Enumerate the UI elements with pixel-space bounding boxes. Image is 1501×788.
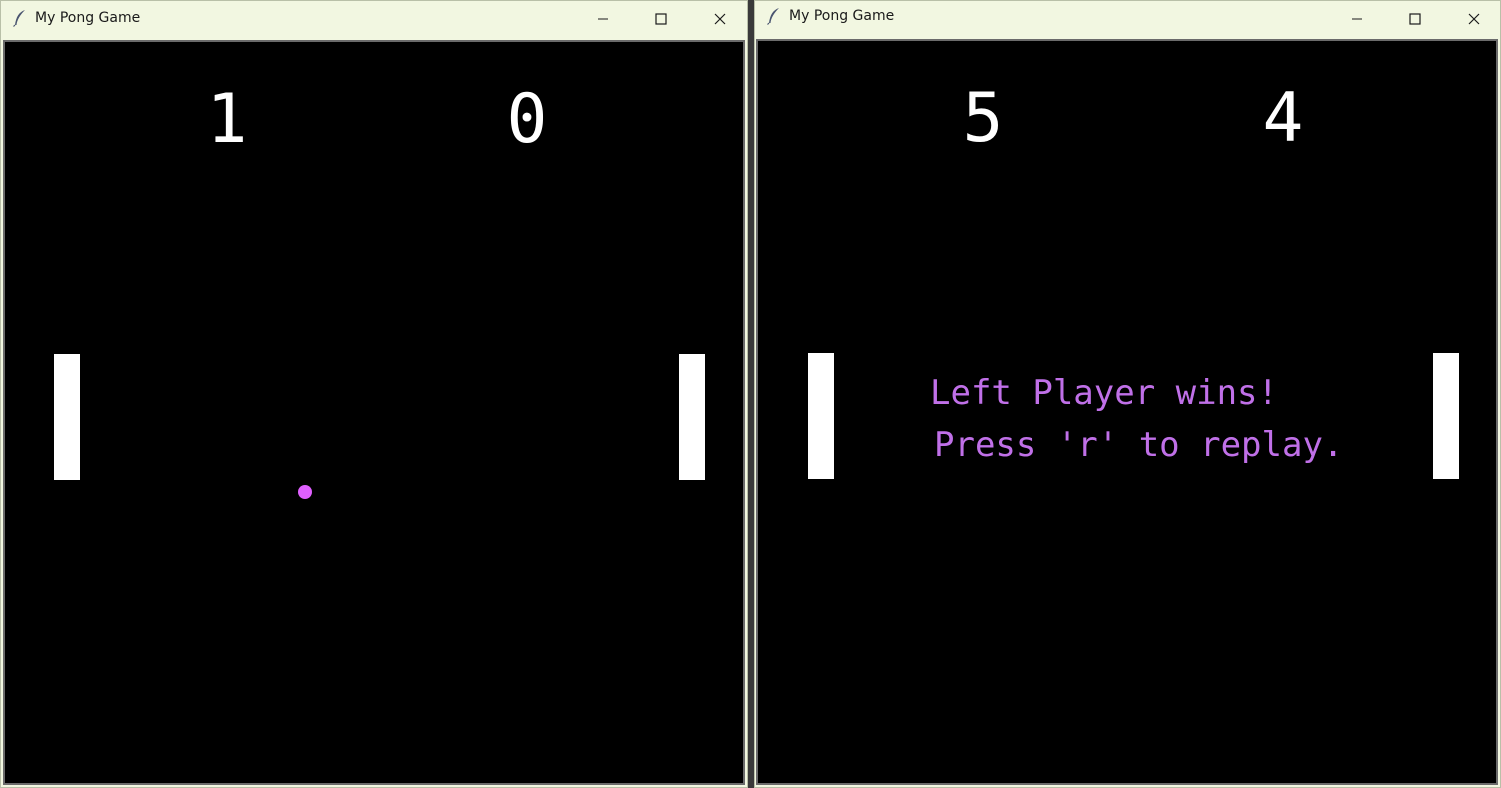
pong-window-1: My Pong Game 1 0 bbox=[0, 0, 748, 788]
window-title: My Pong Game bbox=[789, 8, 895, 24]
left-paddle bbox=[808, 353, 834, 479]
window-title: My Pong Game bbox=[35, 10, 141, 26]
minimize-button[interactable] bbox=[1328, 1, 1386, 37]
left-score: 1 bbox=[206, 80, 248, 159]
feather-icon bbox=[13, 10, 25, 27]
maximize-icon bbox=[1409, 13, 1421, 25]
feather-icon bbox=[767, 8, 779, 25]
pong-window-2: My Pong Game 5 4 Left Player wins! Press… bbox=[754, 0, 1501, 788]
minimize-button[interactable] bbox=[574, 1, 632, 37]
close-button[interactable] bbox=[1445, 1, 1501, 37]
minimize-icon bbox=[598, 18, 608, 20]
maximize-button[interactable] bbox=[1386, 1, 1444, 37]
left-paddle bbox=[54, 354, 80, 480]
winner-message: Left Player wins! bbox=[930, 373, 1278, 413]
replay-message: Press 'r' to replay. bbox=[934, 425, 1344, 465]
close-icon bbox=[1468, 13, 1480, 25]
right-paddle bbox=[1433, 353, 1459, 479]
right-score: 0 bbox=[506, 80, 548, 159]
close-icon bbox=[714, 13, 726, 25]
maximize-button[interactable] bbox=[632, 1, 690, 37]
minimize-icon bbox=[1352, 18, 1362, 20]
titlebar[interactable]: My Pong Game bbox=[1, 1, 747, 37]
maximize-icon bbox=[655, 13, 667, 25]
game-canvas[interactable]: 5 4 Left Player wins! Press 'r' to repla… bbox=[756, 39, 1498, 785]
left-score: 5 bbox=[962, 79, 1004, 158]
game-canvas[interactable]: 1 0 bbox=[3, 40, 745, 785]
right-score: 4 bbox=[1262, 79, 1304, 158]
titlebar[interactable]: My Pong Game bbox=[755, 1, 1500, 37]
ball bbox=[298, 485, 312, 499]
right-paddle bbox=[679, 354, 705, 480]
close-button[interactable] bbox=[691, 1, 749, 37]
